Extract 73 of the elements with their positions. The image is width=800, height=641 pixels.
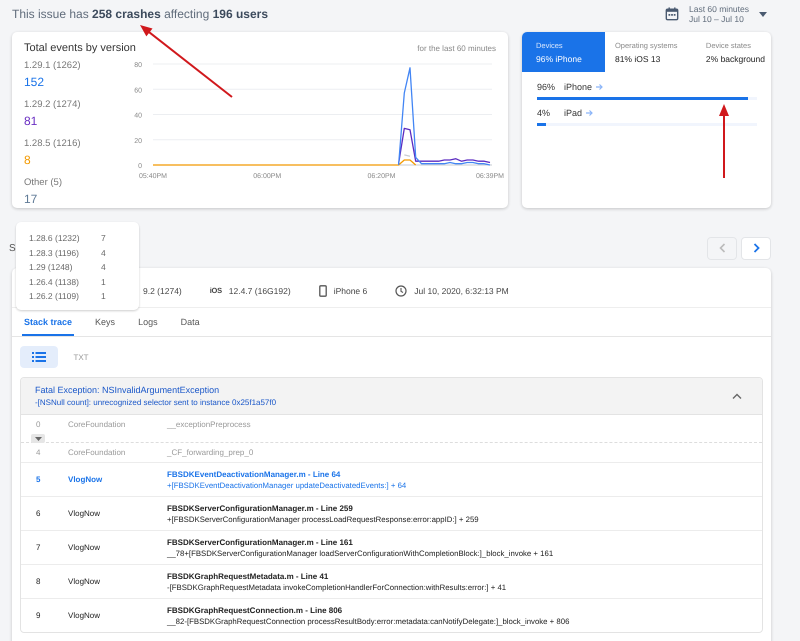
section-title: S: [9, 242, 16, 254]
version-label: 1.29 (1248): [29, 262, 74, 272]
frame-library: VlogNow: [68, 543, 102, 552]
version-label: 1.29.1 (1262): [24, 59, 82, 73]
frame-symbol: __exceptionPreprocess: [167, 420, 251, 429]
device-link[interactable]: iPad: [564, 108, 582, 118]
exception-title: Fatal Exception: NSInvalidArgumentException: [35, 385, 220, 395]
frame-symbol: _CF_forwarding_prep_0: [167, 448, 254, 457]
version-count: 81: [24, 113, 38, 130]
date-range-picker[interactable]: Last 60 minutes Jul 10 – Jul 10: [664, 4, 767, 24]
device-model: iPhone 6: [334, 286, 368, 296]
version-label: 1.28.5 (1216): [24, 137, 82, 151]
frame-library: VlogNow: [68, 611, 102, 620]
card-title: Total events by version: [24, 42, 136, 54]
frame-library: CoreFoundation: [68, 420, 126, 429]
next-button[interactable]: [741, 236, 771, 260]
event-time: Jul 10, 2020, 6:32:13 PM: [414, 286, 509, 296]
frame-number: 0: [35, 420, 42, 429]
list-view-button[interactable]: [20, 346, 58, 368]
version-label: 1.28.6 (1232): [29, 233, 81, 244]
card-note: for the last 60 minutes: [417, 44, 496, 53]
frame-number: 5: [35, 475, 42, 484]
event-tab[interactable]: Logs: [136, 308, 160, 336]
range-title: Last 60 minutes: [688, 4, 749, 14]
chevron-right-icon: [752, 243, 760, 253]
version-label: Other (5): [24, 176, 64, 190]
version-count: 1: [101, 291, 106, 302]
version-count: 4: [101, 262, 106, 272]
dropdown-icon: [759, 12, 767, 16]
frame-number: 4: [35, 448, 42, 457]
phone-icon: [318, 284, 327, 296]
frame-library: VlogNow: [68, 475, 104, 484]
version-count: 4: [101, 248, 106, 258]
clock-icon: [395, 284, 408, 296]
frame-file: FBSDKGraphRequestMetadata.m - Line 41: [167, 572, 330, 580]
device-link[interactable]: iPhone: [564, 82, 592, 92]
version-label: 1.29.2 (1274): [24, 98, 82, 112]
arrow-right-icon: [596, 83, 604, 91]
frame-library: VlogNow: [68, 509, 102, 518]
expand-frames-button[interactable]: [31, 434, 45, 443]
version-label: 1.26.2 (1109): [29, 291, 80, 302]
exception-message: -[NSNull count]: unrecognized selector sent to instance 0x25f1a57f0: [35, 398, 276, 407]
frame-file: FBSDKEventDeactivationManager.m - Line 64: [167, 470, 342, 478]
device-percent: 4%: [537, 108, 552, 118]
frame-number: 7: [35, 543, 42, 552]
frame-library: CoreFoundation: [68, 448, 126, 457]
arrow-right-icon: [586, 109, 594, 117]
device-percent: 96%: [537, 82, 556, 92]
frame-number: 8: [35, 577, 42, 586]
version-count: 152: [24, 74, 46, 91]
frame-file: FBSDKGraphRequestConnection.m - Line 806: [167, 606, 344, 614]
frame-library: VlogNow: [68, 577, 102, 586]
frame-file: FBSDKServerConfigurationManager.m - Line 259: [167, 504, 354, 512]
version-count: 1: [101, 276, 106, 287]
os-version: 12.4.7 (16G192): [228, 286, 291, 296]
version-count: 7: [101, 233, 106, 244]
frame-number: 6: [35, 509, 42, 518]
frame-number: 9: [35, 611, 42, 620]
calendar-icon: [664, 7, 679, 21]
frame-file: FBSDKServerConfigurationManager.m - Line 161: [167, 538, 354, 546]
version-count: 8: [24, 152, 32, 169]
version-label: 1.26.4 (1138): [29, 276, 80, 287]
event-tab[interactable]: Data: [178, 308, 202, 336]
app-version: 9.2 (1274): [143, 286, 182, 296]
list-icon: [32, 352, 46, 362]
version-label: 1.28.3 (1196): [29, 248, 80, 258]
event-tab[interactable]: Keys: [93, 308, 118, 336]
exception-header[interactable]: Fatal Exception: NSInvalidArgumentException -[NSNull count]: unrecognized selector sent to instance 0x25f1a57f0: [21, 378, 762, 415]
version-count: 17: [24, 191, 38, 208]
crash-summary: This issue has 258 crashes affecting 196 users: [12, 7, 268, 21]
range-dates: Jul 10 – Jul 10: [688, 14, 745, 24]
caret-icon: [34, 436, 42, 440]
chevron-left-icon: [718, 243, 726, 253]
